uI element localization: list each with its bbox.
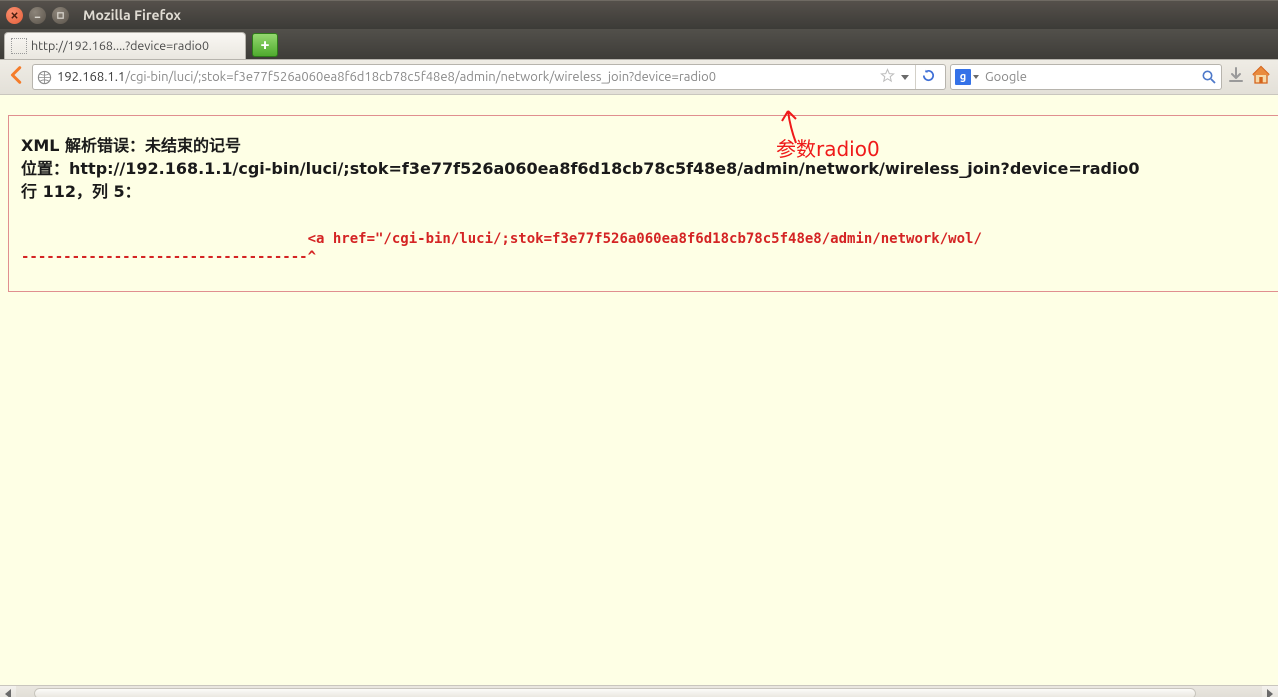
window-titlebar: Mozilla Firefox [0, 0, 1278, 29]
google-icon: g [955, 69, 971, 85]
address-bar[interactable]: 192.168.1.1/cgi-bin/luci/;stok=f3e77f526… [32, 64, 946, 90]
tab-title: http://192.168....?device=radio0 [31, 39, 209, 53]
search-placeholder: Google [985, 70, 1027, 84]
tab-strip: http://192.168....?device=radio0 + [0, 29, 1278, 60]
search-icon[interactable] [1201, 69, 1217, 85]
error-source-context: <a href="/cgi-bin/luci/;stok=f3e77f526a0… [21, 230, 1267, 268]
urlbar-right-controls [880, 64, 941, 90]
xml-error-box: XML 解析错误：未结束的记号 位置：http://192.168.1.1/cg… [8, 115, 1278, 292]
browser-tab[interactable]: http://192.168....?device=radio0 [4, 32, 246, 59]
window-close-button[interactable] [6, 7, 23, 24]
error-heading: XML 解析错误：未结束的记号 位置：http://192.168.1.1/cg… [21, 134, 1267, 204]
home-button[interactable] [1250, 64, 1272, 90]
scroll-left-button[interactable] [0, 686, 16, 697]
window-title: Mozilla Firefox [83, 7, 181, 23]
navigation-toolbar: 192.168.1.1/cgi-bin/luci/;stok=f3e77f526… [0, 60, 1278, 95]
window-minimize-button[interactable] [29, 7, 46, 24]
scroll-right-button[interactable] [1262, 686, 1278, 697]
page-icon [11, 38, 27, 54]
downloads-button[interactable] [1226, 65, 1246, 89]
globe-icon [37, 70, 52, 85]
url-history-dropdown[interactable] [901, 75, 909, 80]
window-maximize-button[interactable] [52, 7, 69, 24]
scroll-track[interactable] [16, 686, 1262, 697]
search-engine-dropdown[interactable] [973, 75, 979, 79]
scroll-thumb[interactable] [34, 688, 1196, 697]
page-viewport: XML 解析错误：未结束的记号 位置：http://192.168.1.1/cg… [0, 95, 1278, 685]
url-host: 192.168.1.1 [57, 70, 125, 84]
horizontal-scrollbar[interactable] [0, 685, 1278, 697]
search-box[interactable]: g Google [950, 64, 1222, 90]
reload-button[interactable] [915, 64, 941, 90]
annotation-text: 参数radio0 [776, 133, 880, 162]
new-tab-button[interactable]: + [252, 33, 278, 57]
bookmark-star-icon[interactable] [880, 68, 895, 86]
back-button[interactable] [6, 64, 28, 90]
url-path: /cgi-bin/luci/;stok=f3e77f526a060ea8f6d1… [125, 70, 716, 84]
url-text: 192.168.1.1/cgi-bin/luci/;stok=f3e77f526… [57, 70, 716, 84]
